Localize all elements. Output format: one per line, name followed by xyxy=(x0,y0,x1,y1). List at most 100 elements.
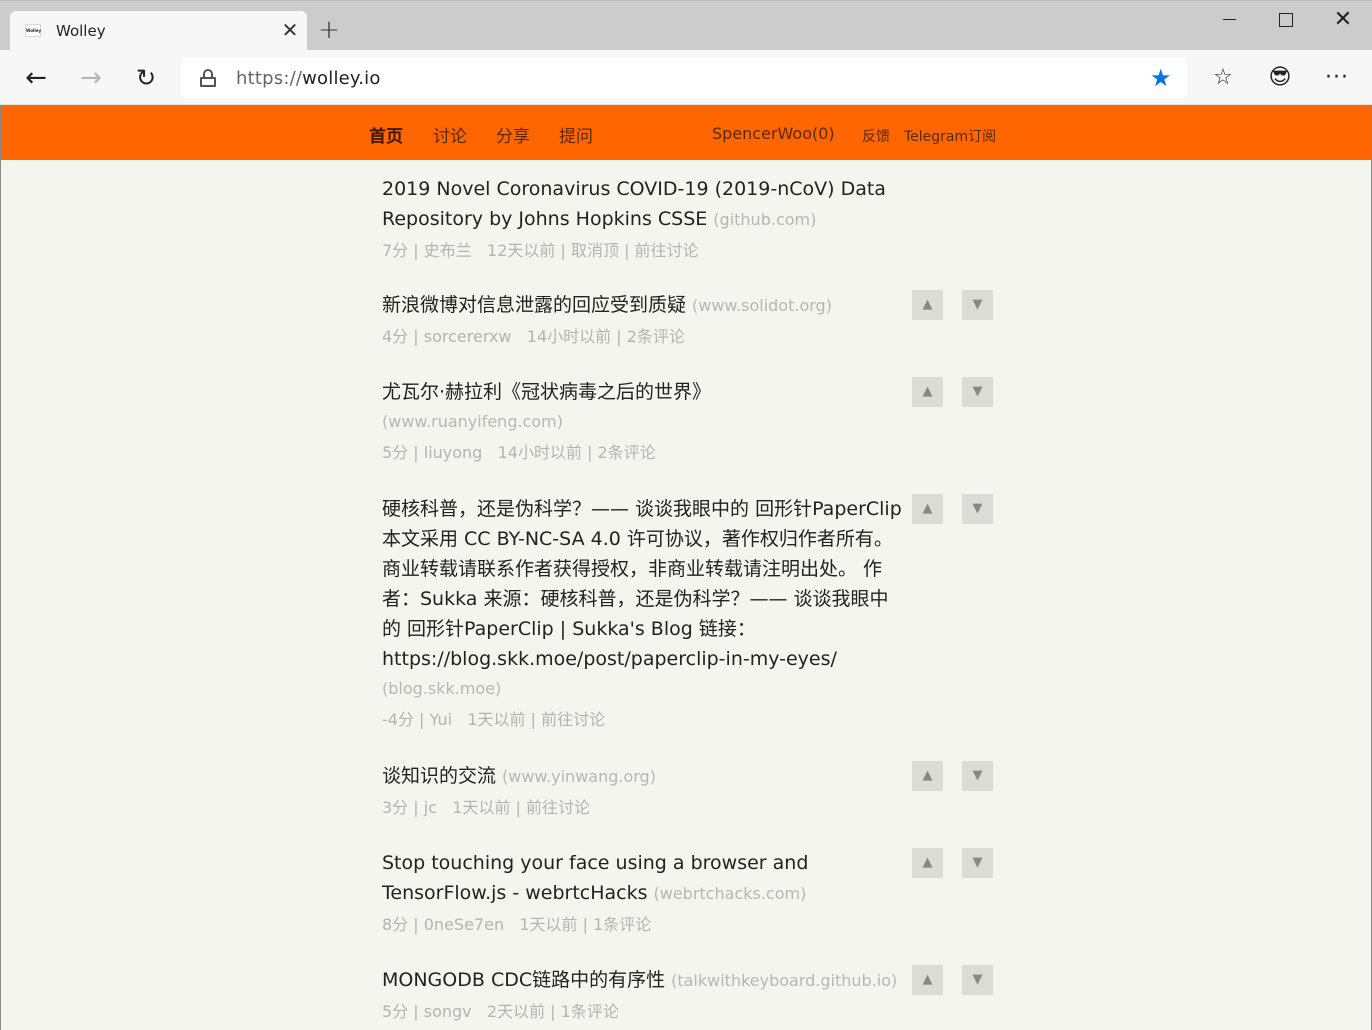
post-author[interactable]: songv xyxy=(424,1002,472,1021)
post-meta: 5分 | songv 2天以前 | 1条评论 xyxy=(382,1002,619,1021)
post-title-line: 2019 Novel Coronavirus COVID-19 (2019-nC… xyxy=(382,174,982,235)
upvote-icon[interactable]: ▲ xyxy=(912,494,943,524)
post-title-link[interactable]: 硬核科普，还是伪科学？—— 谈谈我眼中的 回形针PaperClip 本文采用 C… xyxy=(382,498,902,670)
post-time[interactable]: 1天以前 xyxy=(467,710,525,729)
favorite-star-icon[interactable]: ★ xyxy=(1150,64,1172,92)
post-author[interactable]: 0neSe7en xyxy=(424,915,504,934)
downvote-icon[interactable]: ▼ xyxy=(962,848,993,878)
post-score: 5分 xyxy=(382,1002,409,1021)
post-title-line: Stop touching your face using a browser … xyxy=(382,848,902,909)
back-arrow-icon[interactable]: ← xyxy=(18,60,54,96)
post-time[interactable]: 1天以前 xyxy=(519,915,577,934)
downvote-icon[interactable]: ▼ xyxy=(962,965,993,995)
tab-strip: Wolley Wolley ✕ + ✕ xyxy=(0,0,1372,51)
post-title-line: 新浪微博对信息泄露的回应受到质疑 (www.solidot.org) xyxy=(382,290,902,321)
new-tab-button[interactable]: + xyxy=(316,17,342,43)
post-score: 7分 xyxy=(382,241,409,260)
post-meta: -4分 | Yui 1天以前 | 前往讨论 xyxy=(382,710,606,729)
forward-arrow-icon[interactable]: → xyxy=(73,60,109,96)
post-comments-link[interactable]: 2条评论 xyxy=(598,443,656,462)
post-domain[interactable]: (github.com) xyxy=(713,210,816,229)
post-comments-link[interactable]: 前往讨论 xyxy=(526,798,590,817)
address-bar[interactable]: https://wolley.io ★ xyxy=(181,58,1187,98)
nav-home[interactable]: 首页 xyxy=(369,122,403,147)
post-author[interactable]: liuyong xyxy=(424,443,483,462)
post-domain[interactable]: (www.solidot.org) xyxy=(692,296,832,315)
upvote-icon[interactable]: ▲ xyxy=(912,290,943,320)
tab-title: Wolley xyxy=(56,22,106,40)
post-item: 谈知识的交流 (www.yinwang.org) 3分 | jc 1天以前 | 前… xyxy=(382,761,1002,823)
more-menu-icon[interactable]: ··· xyxy=(1321,62,1353,94)
post-title-link[interactable]: 尤瓦尔·赫拉利《冠状病毒之后的世界》 xyxy=(382,381,711,403)
post-comments-link[interactable]: 前往讨论 xyxy=(635,241,699,260)
post-item: 硬核科普，还是伪科学？—— 谈谈我眼中的 回形针PaperClip 本文采用 C… xyxy=(382,494,1002,735)
minimize-button[interactable] xyxy=(1206,7,1252,33)
post-title-link[interactable]: MONGODB CDC链路中的有序性 xyxy=(382,969,665,991)
window-close-button[interactable]: ✕ xyxy=(1320,7,1366,33)
post-time[interactable]: 12天以前 xyxy=(487,241,555,260)
favorites-list-icon[interactable]: ☆ xyxy=(1207,62,1239,94)
post-item: 尤瓦尔·赫拉利《冠状病毒之后的世界》 (www.ruanyifeng.com) 5… xyxy=(382,377,1002,468)
url-host: wolley.io xyxy=(302,68,381,89)
post-title-line: 谈知识的交流 (www.yinwang.org) xyxy=(382,761,902,792)
upvote-icon[interactable]: ▲ xyxy=(912,761,943,791)
post-author[interactable]: Yui xyxy=(430,710,453,729)
upvote-icon[interactable]: ▲ xyxy=(912,848,943,878)
post-list: 2019 Novel Coronavirus COVID-19 (2019-nC… xyxy=(0,160,1372,1030)
browser-tab[interactable]: Wolley Wolley ✕ xyxy=(10,11,307,51)
nav-telegram-subscribe[interactable]: Telegram订阅 xyxy=(904,126,996,146)
post-meta: 5分 | liuyong 14小时以前 | 2条评论 xyxy=(382,443,656,462)
post-item: 2019 Novel Coronavirus COVID-19 (2019-nC… xyxy=(382,174,1002,266)
post-item: Stop touching your face using a browser … xyxy=(382,848,1002,940)
post-author[interactable]: 史布兰 xyxy=(424,241,472,260)
post-title-link[interactable]: 谈知识的交流 xyxy=(382,765,496,787)
post-domain[interactable]: (www.yinwang.org) xyxy=(502,767,656,786)
nav-discuss[interactable]: 讨论 xyxy=(433,122,467,147)
nav-ask[interactable]: 提问 xyxy=(559,122,593,147)
favicon-icon: Wolley xyxy=(25,24,41,37)
post-time[interactable]: 14小时以前 xyxy=(527,327,611,346)
downvote-icon[interactable]: ▼ xyxy=(962,377,993,407)
post-domain[interactable]: (blog.skk.moe) xyxy=(382,674,902,704)
url-text[interactable]: https://wolley.io xyxy=(236,68,381,89)
post-author[interactable]: sorcererxw xyxy=(424,327,512,346)
nav-user-profile[interactable]: SpencerWoo(0) xyxy=(712,124,835,143)
nav-feedback[interactable]: 反馈 xyxy=(862,126,890,146)
post-unpin-link[interactable]: 取消顶 xyxy=(571,241,619,260)
site-header: 首页 讨论 分享 提问 SpencerWoo(0) 反馈 Telegram订阅 xyxy=(0,105,1372,160)
downvote-icon[interactable]: ▼ xyxy=(962,290,993,320)
post-domain[interactable]: (www.ruanyifeng.com) xyxy=(382,407,902,437)
post-comments-link[interactable]: 1条评论 xyxy=(593,915,651,934)
nav-share[interactable]: 分享 xyxy=(496,122,530,147)
post-score: 3分 xyxy=(382,798,409,817)
post-time[interactable]: 1天以前 xyxy=(452,798,510,817)
post-time[interactable]: 2天以前 xyxy=(487,1002,545,1021)
post-author[interactable]: jc xyxy=(424,798,437,817)
post-comments-link[interactable]: 1条评论 xyxy=(561,1002,619,1021)
downvote-icon[interactable]: ▼ xyxy=(962,494,993,524)
upvote-icon[interactable]: ▲ xyxy=(912,377,943,407)
post-score: -4分 xyxy=(382,710,414,729)
post-title-line: 尤瓦尔·赫拉利《冠状病毒之后的世界》 (www.ruanyifeng.com) xyxy=(382,377,902,437)
lock-icon[interactable] xyxy=(200,69,216,87)
post-comments-link[interactable]: 前往讨论 xyxy=(541,710,605,729)
post-title-line: MONGODB CDC链路中的有序性 (talkwithkeyboard.gith… xyxy=(382,965,902,996)
post-score: 5分 xyxy=(382,443,409,462)
url-protocol: https:// xyxy=(236,68,303,89)
post-score: 4分 xyxy=(382,327,409,346)
post-meta: 4分 | sorcererxw 14小时以前 | 2条评论 xyxy=(382,327,685,346)
tab-close-icon[interactable]: ✕ xyxy=(279,19,301,41)
post-time[interactable]: 14小时以前 xyxy=(498,443,582,462)
upvote-icon[interactable]: ▲ xyxy=(912,965,943,995)
profile-avatar-icon[interactable]: 😎 xyxy=(1264,62,1296,94)
post-meta: 7分 | 史布兰 12天以前 | 取消顶 | 前往讨论 xyxy=(382,241,699,260)
post-comments-link[interactable]: 2条评论 xyxy=(627,327,685,346)
post-title-link[interactable]: 新浪微博对信息泄露的回应受到质疑 xyxy=(382,294,686,316)
post-item: MONGODB CDC链路中的有序性 (talkwithkeyboard.gith… xyxy=(382,965,1002,1027)
reload-icon[interactable]: ↻ xyxy=(128,60,164,96)
post-domain[interactable]: (webrtchacks.com) xyxy=(654,884,807,903)
post-domain[interactable]: (talkwithkeyboard.github.io) xyxy=(671,971,897,990)
downvote-icon[interactable]: ▼ xyxy=(962,761,993,791)
post-item: 新浪微博对信息泄露的回应受到质疑 (www.solidot.org) 4分 | s… xyxy=(382,290,1002,352)
maximize-button[interactable] xyxy=(1263,7,1309,33)
